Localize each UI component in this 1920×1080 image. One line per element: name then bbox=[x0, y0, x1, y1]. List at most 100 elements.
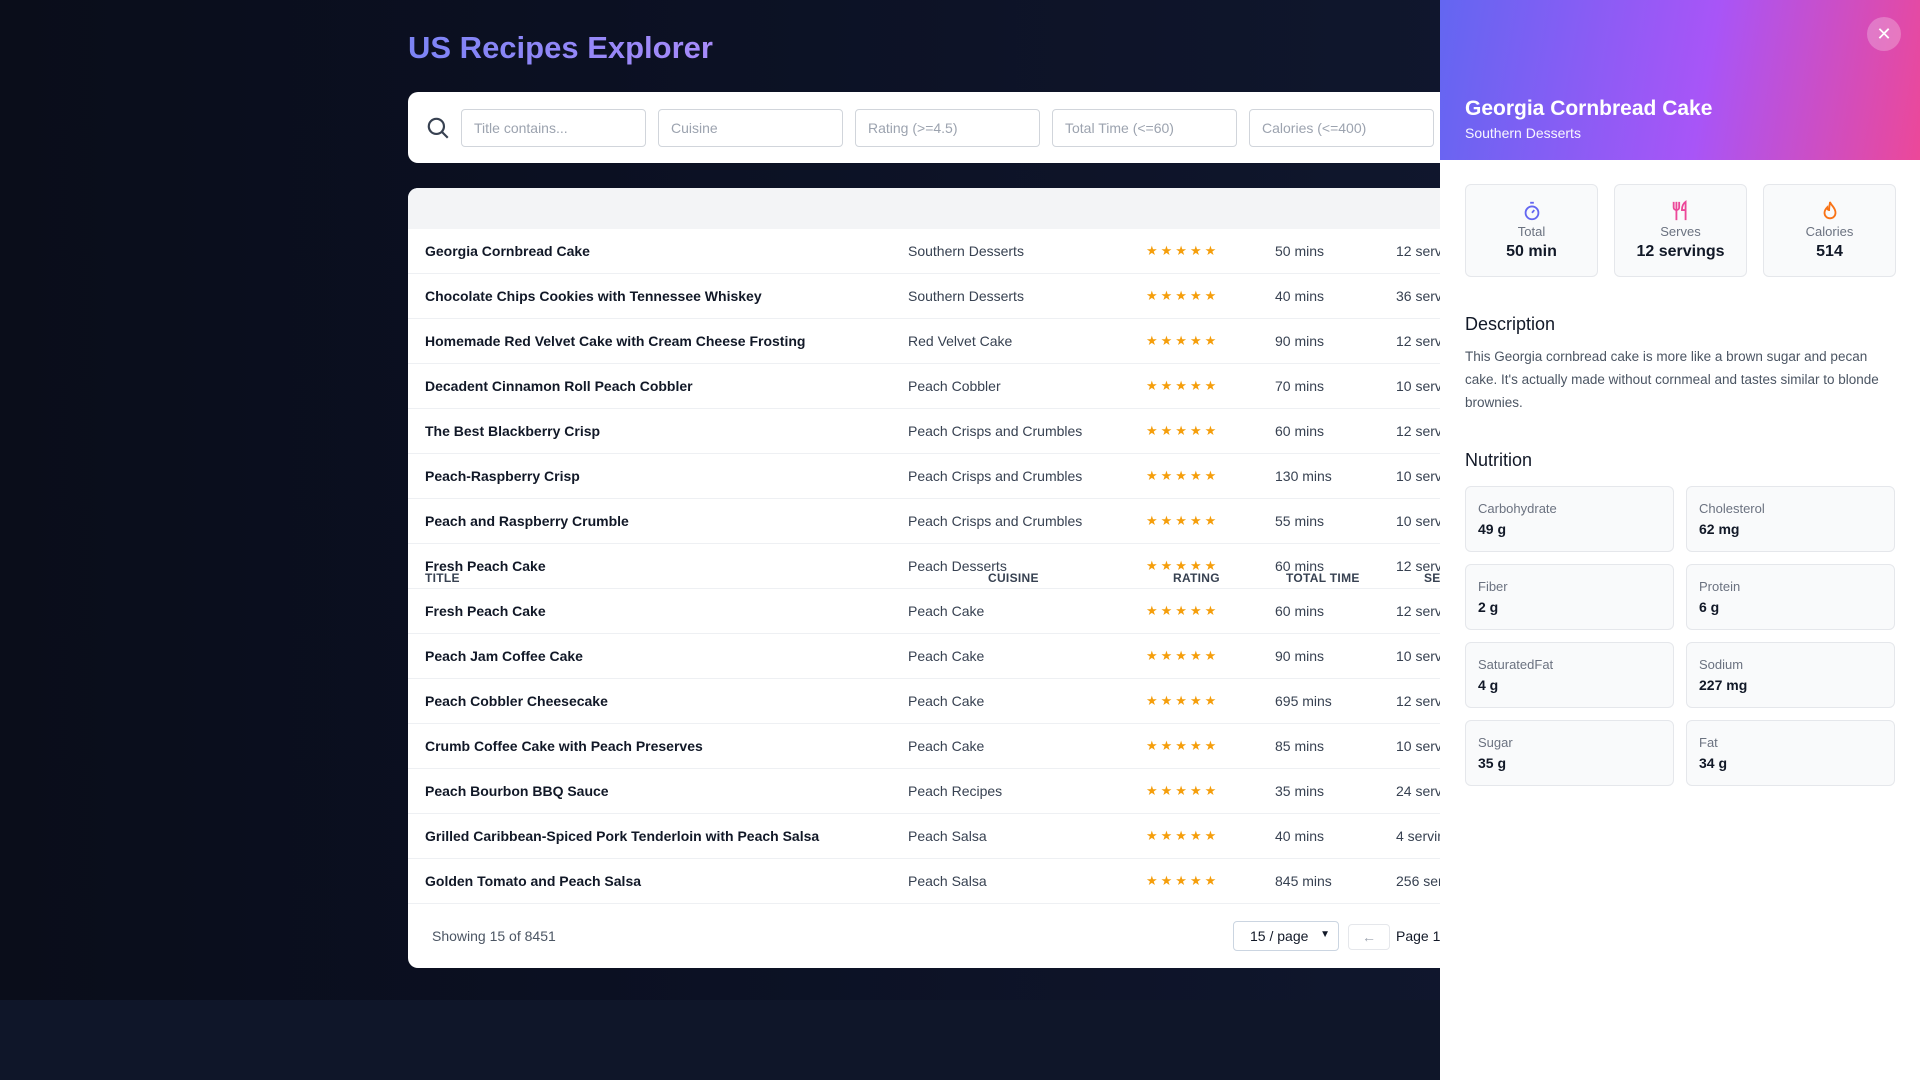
row-total-time: 40 mins bbox=[1275, 828, 1325, 844]
total-time-filter-input[interactable] bbox=[1052, 108, 1237, 147]
page-size-value: 15 / page bbox=[1250, 928, 1309, 944]
close-button[interactable]: ✕ bbox=[1867, 17, 1901, 51]
row-cuisine: Peach Crisps and Crumbles bbox=[908, 468, 1083, 484]
stat-calories: Calories 514 bbox=[1763, 184, 1896, 277]
stat-serves: Serves 12 servings bbox=[1614, 184, 1747, 277]
row-total-time: 40 mins bbox=[1275, 288, 1325, 304]
calories-filter-input[interactable] bbox=[1249, 108, 1434, 147]
stat-label: Total bbox=[1517, 224, 1546, 239]
description-heading: Description bbox=[1465, 314, 1556, 334]
row-total-time: 35 mins bbox=[1275, 783, 1325, 799]
row-cuisine: Peach Cake bbox=[908, 603, 985, 619]
row-cuisine: Red Velvet Cake bbox=[908, 333, 1013, 349]
nutrition-card: Protein 6 g bbox=[1686, 564, 1895, 630]
row-total-time: 60 mins bbox=[1275, 423, 1325, 439]
chevron-down-icon: ▼ bbox=[1320, 929, 1330, 940]
row-rating: ★★★★★ bbox=[1146, 603, 1220, 618]
row-servings: 4 servir bbox=[1396, 828, 1442, 844]
row-servings: 10 serv bbox=[1396, 468, 1442, 484]
page-size-select[interactable]: 15 / page ▼ bbox=[1233, 921, 1339, 951]
stat-value: 12 servings bbox=[1636, 243, 1725, 260]
filter-bar bbox=[408, 92, 1458, 163]
row-rating: ★★★★★ bbox=[1146, 648, 1220, 663]
table-row[interactable]: The Best Blackberry Crisp Peach Crisps an… bbox=[408, 409, 1458, 454]
row-servings: 10 serv bbox=[1396, 738, 1442, 754]
row-total-time: 70 mins bbox=[1275, 378, 1325, 394]
table-row[interactable]: Peach-Raspberry Crisp Peach Crisps and Cr… bbox=[408, 454, 1458, 499]
nutrition-value: 35 g bbox=[1478, 755, 1507, 771]
table-header: TITLE CUISINE RATING TOTAL TIME SEI bbox=[408, 188, 1458, 585]
nutrition-value: 6 g bbox=[1699, 599, 1720, 615]
flame-icon bbox=[1823, 201, 1836, 220]
nutrition-value: 62 mg bbox=[1699, 521, 1740, 537]
row-servings: 24 serv bbox=[1396, 783, 1442, 799]
row-servings: 12 serv bbox=[1396, 243, 1442, 259]
table-body: Georgia Cornbread Cake Southern Desserts ★… bbox=[408, 229, 1458, 904]
nutrition-value: 227 mg bbox=[1699, 677, 1748, 693]
table-row[interactable]: Peach and Raspberry Crumble Peach Crisps … bbox=[408, 499, 1458, 544]
stats-row: Total 50 min Serves 12 servings Calories… bbox=[1465, 184, 1896, 277]
rating-filter-input[interactable] bbox=[855, 108, 1040, 147]
row-title: Peach Jam Coffee Cake bbox=[425, 648, 583, 664]
table-row[interactable]: Crumb Coffee Cake with Peach Preserves Pe… bbox=[408, 724, 1458, 769]
table-row[interactable]: Homemade Red Velvet Cake with Cream Chee… bbox=[408, 319, 1458, 364]
nutrition-label: Sodium bbox=[1699, 657, 1744, 672]
cuisine-filter-input[interactable] bbox=[658, 108, 843, 147]
nutrition-card: Cholesterol 62 mg bbox=[1686, 486, 1895, 552]
table-row[interactable]: Georgia Cornbread Cake Southern Desserts ★… bbox=[408, 229, 1458, 274]
nutrition-value: 2 g bbox=[1478, 599, 1499, 615]
nutrition-value: 34 g bbox=[1699, 755, 1728, 771]
row-servings: 256 ser bbox=[1396, 873, 1443, 889]
row-rating: ★★★★★ bbox=[1146, 288, 1220, 303]
row-total-time: 845 mins bbox=[1275, 873, 1332, 889]
row-rating: ★★★★★ bbox=[1146, 378, 1220, 393]
nutrition-label: Carbohydrate bbox=[1478, 501, 1557, 516]
arrow-left-icon: ← bbox=[1362, 929, 1376, 945]
search-icon bbox=[427, 117, 449, 139]
table-row[interactable]: Grilled Caribbean-Spiced Pork Tenderloin… bbox=[408, 814, 1458, 859]
row-title: Decadent Cinnamon Roll Peach Cobbler bbox=[425, 378, 693, 394]
row-cuisine: Southern Desserts bbox=[908, 243, 1024, 259]
nutrition-grid: Carbohydrate 49 g Cholesterol 62 mg Fiber 2 g… bbox=[1465, 486, 1895, 786]
table-row[interactable]: Peach Jam Coffee Cake Peach Cake ★★★★★ 90 m… bbox=[408, 634, 1458, 679]
row-servings: 10 serv bbox=[1396, 378, 1442, 394]
table-row[interactable]: Peach Bourbon BBQ Sauce Peach Recipes ★★★★… bbox=[408, 769, 1458, 814]
description-text: This Georgia cornbread cake is more like… bbox=[1465, 349, 1879, 410]
table-row[interactable]: Chocolate Chips Cookies with Tennessee W… bbox=[408, 274, 1458, 319]
row-total-time: 55 mins bbox=[1275, 513, 1325, 529]
row-rating: ★★★★★ bbox=[1146, 243, 1220, 258]
table-row[interactable]: Fresh Peach Cake Peach Desserts ★★★★★ 60 mi… bbox=[408, 544, 1458, 589]
recipe-cuisine: Southern Desserts bbox=[1465, 125, 1581, 141]
row-title: Fresh Peach Cake bbox=[425, 603, 546, 619]
nutrition-card: SaturatedFat 4 g bbox=[1465, 642, 1674, 708]
row-servings: 12 serv bbox=[1396, 333, 1442, 349]
stat-label: Calories bbox=[1805, 224, 1854, 239]
nutrition-label: SaturatedFat bbox=[1478, 657, 1554, 672]
row-title: Peach-Raspberry Crisp bbox=[425, 468, 580, 484]
showing-count: Showing 15 of 8451 bbox=[432, 927, 556, 944]
nutrition-label: Fat bbox=[1699, 735, 1718, 750]
row-rating: ★★★★★ bbox=[1146, 558, 1220, 573]
row-servings: 12 serv bbox=[1396, 423, 1442, 439]
nutrition-card: Fiber 2 g bbox=[1465, 564, 1674, 630]
table-row[interactable]: Peach Cobbler Cheesecake Peach Cake ★★★★★ 6… bbox=[408, 679, 1458, 724]
nutrition-label: Fiber bbox=[1478, 579, 1508, 594]
row-total-time: 60 mins bbox=[1275, 558, 1325, 574]
table-row[interactable]: Golden Tomato and Peach Salsa Peach Salsa… bbox=[408, 859, 1458, 904]
row-cuisine: Southern Desserts bbox=[908, 288, 1024, 304]
row-servings: 10 serv bbox=[1396, 513, 1442, 529]
stat-value: 50 min bbox=[1506, 243, 1557, 260]
title-filter-input[interactable] bbox=[461, 108, 646, 147]
row-servings: 36 serv bbox=[1396, 288, 1442, 304]
row-cuisine: Peach Salsa bbox=[908, 828, 987, 844]
row-total-time: 50 mins bbox=[1275, 243, 1325, 259]
prev-page-button[interactable]: ← bbox=[1348, 924, 1390, 950]
nutrition-label: Cholesterol bbox=[1699, 501, 1765, 516]
nutrition-value: 4 g bbox=[1478, 677, 1499, 693]
nutrition-heading: Nutrition bbox=[1465, 450, 1533, 470]
table-row[interactable]: Fresh Peach Cake Peach Cake ★★★★★ 60 mins 12… bbox=[408, 589, 1458, 634]
table-row[interactable]: Decadent Cinnamon Roll Peach Cobbler Peac… bbox=[408, 364, 1458, 409]
recipe-detail-panel: ✕ Georgia Cornbread Cake Southern Desser… bbox=[1440, 0, 1920, 1080]
stat-label: Serves bbox=[1660, 224, 1701, 239]
row-total-time: 85 mins bbox=[1275, 738, 1325, 754]
